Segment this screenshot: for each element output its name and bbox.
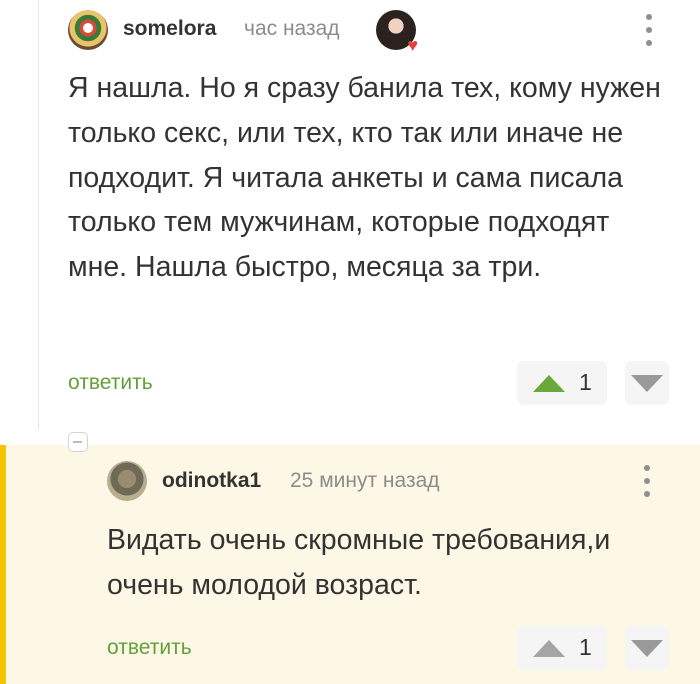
timestamp[interactable]: час назад bbox=[244, 17, 340, 41]
avatar[interactable] bbox=[68, 10, 108, 50]
rating-up-box[interactable]: 1 bbox=[517, 626, 607, 670]
more-options-icon[interactable] bbox=[641, 465, 653, 497]
reply-button[interactable]: ответить bbox=[107, 636, 192, 660]
arrow-up-icon[interactable] bbox=[533, 375, 565, 392]
username[interactable]: somelora bbox=[123, 17, 216, 41]
rating-down-button[interactable] bbox=[625, 361, 669, 405]
username[interactable]: odinotka1 bbox=[162, 469, 261, 493]
rating-count: 1 bbox=[579, 634, 592, 660]
thread-line bbox=[38, 0, 39, 430]
comment-header: somelora час назад ♥ bbox=[68, 8, 678, 54]
comment-text: Видать очень скромные требования,и очень… bbox=[107, 524, 611, 601]
heart-icon: ♥ bbox=[407, 35, 418, 55]
collapse-thread-button[interactable] bbox=[68, 432, 88, 452]
arrow-up-icon[interactable] bbox=[533, 640, 565, 657]
timestamp[interactable]: 25 минут назад bbox=[290, 469, 440, 493]
rating-up-box[interactable]: 1 bbox=[517, 361, 607, 405]
highlight-bar bbox=[0, 445, 6, 684]
reply-button[interactable]: ответить bbox=[68, 371, 153, 395]
minus-icon bbox=[73, 441, 82, 443]
more-options-icon[interactable] bbox=[643, 14, 655, 46]
avatar[interactable] bbox=[107, 461, 147, 501]
arrow-down-icon[interactable] bbox=[631, 375, 663, 392]
reaction-avatar: ♥ bbox=[376, 10, 418, 54]
rating-count: 1 bbox=[579, 369, 592, 395]
rating-down-button[interactable] bbox=[625, 626, 669, 670]
arrow-down-icon[interactable] bbox=[631, 640, 663, 657]
comment-text: Я нашла. Но я сразу банила тех, кому нуж… bbox=[68, 72, 661, 284]
